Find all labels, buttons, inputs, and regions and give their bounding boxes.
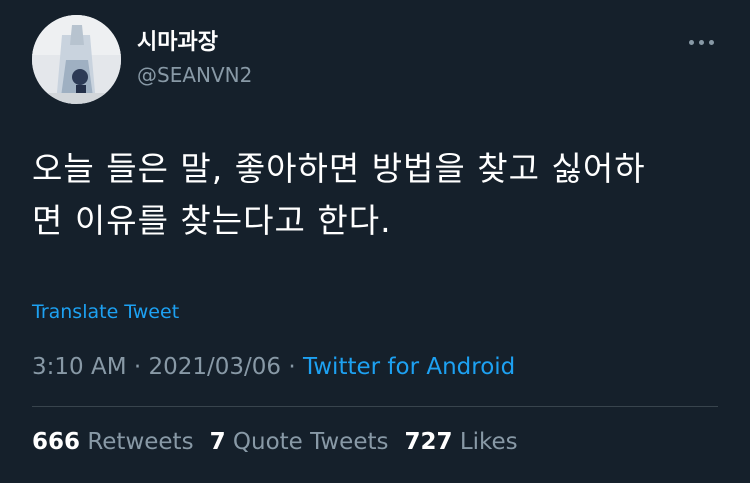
engagement-stats: 666 Retweets 7 Quote Tweets 727 Likes <box>32 427 518 457</box>
likes-label: Likes <box>459 429 518 455</box>
more-horizontal-icon <box>688 39 694 45</box>
meta-separator: · <box>126 354 149 380</box>
retweets-label: Retweets <box>87 429 194 455</box>
likes-count: 727 <box>404 429 453 455</box>
translate-tweet-link[interactable]: Translate Tweet <box>32 299 179 325</box>
more-options-button[interactable] <box>681 30 721 54</box>
tweet-time[interactable]: 3:10 AM <box>32 354 127 380</box>
more-horizontal-icon <box>708 39 714 45</box>
display-name[interactable]: 시마과장 <box>137 30 218 56</box>
avatar[interactable] <box>32 15 121 104</box>
tweet-source-link[interactable]: Twitter for Android <box>303 354 515 380</box>
divider <box>32 406 718 407</box>
retweets-count: 666 <box>32 429 81 455</box>
likes-stat[interactable]: 727 Likes <box>404 427 517 457</box>
tweet-card: 시마과장 @SEANVN2 오늘 들은 말, 좋아하면 방법을 찾고 싫어하 면… <box>0 0 750 483</box>
profile-photo-icon <box>32 15 121 104</box>
tweet-metadata: 3:10 AM · 2021/03/06 · Twitter for Andro… <box>32 352 515 382</box>
user-handle[interactable]: @SEANVN2 <box>137 62 252 88</box>
more-horizontal-icon <box>698 39 704 45</box>
quote-tweets-count: 7 <box>209 429 226 455</box>
tweet-text: 오늘 들은 말, 좋아하면 방법을 찾고 싫어하 면 이유를 찾는다고 한다. <box>32 149 646 240</box>
quote-tweets-label: Quote Tweets <box>232 429 389 455</box>
meta-separator: · <box>281 354 303 380</box>
quote-tweets-stat[interactable]: 7 Quote Tweets <box>210 427 389 457</box>
tweet-date[interactable]: 2021/03/06 <box>148 354 281 380</box>
retweets-stat[interactable]: 666 Retweets <box>32 427 194 457</box>
